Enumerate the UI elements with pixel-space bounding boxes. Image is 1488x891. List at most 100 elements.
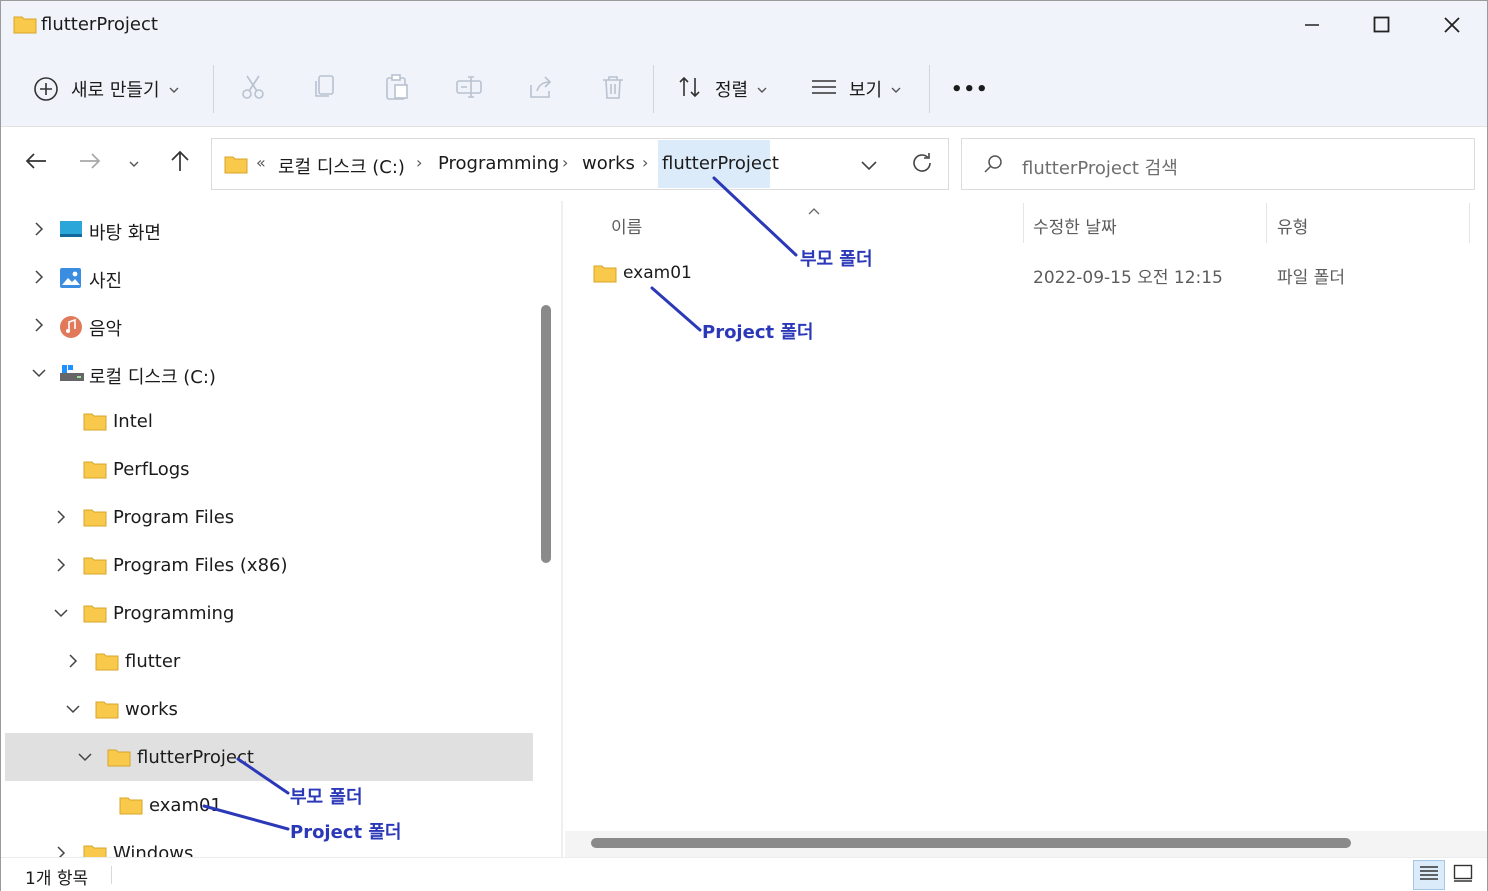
more-icon: ••• bbox=[951, 78, 989, 100]
column-divider[interactable] bbox=[1469, 203, 1470, 243]
paste-button[interactable] bbox=[383, 69, 411, 109]
file-list-pane: 이름 수정한 날짜 유형 exam01 2022-09-15 오전 12:15 … bbox=[565, 201, 1487, 857]
sidebar-item[interactable]: Windows bbox=[5, 829, 533, 857]
address-history-dropdown[interactable] bbox=[860, 157, 878, 177]
column-header-name[interactable]: 이름 bbox=[611, 213, 642, 238]
title-bar: flutterProject bbox=[1, 1, 1487, 51]
sidebar-item-label: 음악 bbox=[89, 319, 123, 340]
chevron-right-icon[interactable] bbox=[51, 843, 71, 857]
sidebar-item[interactable]: exam01 bbox=[5, 781, 533, 829]
view-button-label: 보기 bbox=[849, 80, 883, 101]
search-icon bbox=[982, 153, 1004, 180]
maximize-button[interactable] bbox=[1347, 1, 1417, 49]
sidebar-item-label: 사진 bbox=[89, 271, 123, 292]
chevron-right-icon[interactable] bbox=[63, 651, 83, 671]
column-divider[interactable] bbox=[1266, 203, 1267, 243]
sidebar-item[interactable]: 로컬 디스크 (C:) bbox=[5, 349, 533, 397]
chevron-right-icon[interactable] bbox=[29, 315, 49, 335]
folder-icon bbox=[95, 699, 119, 724]
more-options-button[interactable]: ••• bbox=[951, 69, 989, 109]
search-box[interactable]: flutterProject 검색 bbox=[961, 138, 1475, 190]
folder-icon bbox=[83, 507, 107, 532]
music-icon bbox=[59, 315, 83, 344]
up-button[interactable] bbox=[165, 148, 195, 178]
breadcrumb-works[interactable]: works bbox=[582, 153, 635, 174]
preview-view-button[interactable] bbox=[1447, 860, 1479, 890]
cut-button[interactable] bbox=[239, 69, 267, 109]
clipboard-icon bbox=[383, 73, 411, 106]
pane-divider[interactable] bbox=[561, 201, 563, 857]
address-bar[interactable]: « 로컬 디스크 (C:) › Programming › works › fl… bbox=[211, 138, 949, 190]
chevron-right-icon[interactable] bbox=[51, 555, 71, 575]
breadcrumb-local-disk[interactable]: 로컬 디스크 (C:) bbox=[278, 153, 405, 179]
address-overflow[interactable]: « bbox=[256, 153, 266, 172]
sidebar-item[interactable]: 사진 bbox=[5, 253, 533, 301]
chevron-right-icon[interactable]: › bbox=[562, 153, 568, 172]
folder-icon bbox=[83, 843, 107, 857]
arrow-left-icon bbox=[24, 151, 48, 176]
minimize-button[interactable] bbox=[1277, 1, 1347, 49]
folder-icon bbox=[13, 14, 37, 39]
breadcrumb-flutterproject[interactable]: flutterProject bbox=[662, 153, 779, 174]
view-button[interactable]: 보기 bbox=[811, 69, 902, 109]
chevron-down-icon bbox=[168, 79, 180, 99]
sidebar-item-label: Program Files (x86) bbox=[113, 555, 288, 576]
new-button[interactable]: 새로 만들기 bbox=[33, 69, 180, 109]
sidebar-item[interactable]: Program Files bbox=[5, 493, 533, 541]
sidebar-item-label: Program Files bbox=[113, 507, 235, 528]
file-row[interactable]: exam01 2022-09-15 오전 12:15 파일 폴더 bbox=[565, 253, 1465, 297]
search-input[interactable]: flutterProject 검색 bbox=[1022, 154, 1178, 180]
chevron-right-icon[interactable]: › bbox=[642, 153, 648, 172]
sidebar-item[interactable]: flutterProject bbox=[5, 733, 533, 781]
sidebar-item[interactable]: Intel bbox=[5, 397, 533, 445]
toolbar-divider bbox=[653, 65, 654, 113]
folder-icon bbox=[95, 651, 119, 676]
sort-button[interactable]: 정렬 bbox=[677, 69, 768, 109]
sidebar-item[interactable]: PerfLogs bbox=[5, 445, 533, 493]
chevron-right-icon[interactable] bbox=[51, 507, 71, 527]
chevron-down-icon[interactable] bbox=[63, 699, 83, 719]
chevron-down-icon[interactable] bbox=[75, 747, 95, 767]
sidebar-item[interactable]: works bbox=[5, 685, 533, 733]
sidebar-item-label: PerfLogs bbox=[113, 459, 190, 480]
sidebar-item[interactable]: 음악 bbox=[5, 301, 533, 349]
chevron-right-icon[interactable]: › bbox=[416, 153, 422, 172]
sidebar-item-label: flutter bbox=[125, 651, 181, 672]
sidebar-item[interactable]: Programming bbox=[5, 589, 533, 637]
sidebar-item-label: Programming bbox=[113, 603, 235, 624]
copy-button[interactable] bbox=[311, 69, 339, 109]
sidebar-item[interactable]: Program Files (x86) bbox=[5, 541, 533, 589]
column-divider[interactable] bbox=[1023, 203, 1024, 243]
trash-icon bbox=[599, 73, 627, 106]
share-icon bbox=[527, 73, 555, 106]
chevron-right-icon[interactable] bbox=[29, 219, 49, 239]
sidebar-item[interactable]: 바탕 화면 bbox=[5, 205, 533, 253]
file-type: 파일 폴더 bbox=[1277, 268, 1345, 288]
share-button[interactable] bbox=[527, 69, 555, 109]
annotation-parent-folder: 부모 폴더 bbox=[290, 787, 363, 808]
horizontal-scrollbar[interactable] bbox=[591, 838, 1351, 848]
column-header-date[interactable]: 수정한 날짜 bbox=[1033, 213, 1117, 238]
scissors-icon bbox=[239, 73, 267, 106]
forward-button[interactable] bbox=[75, 148, 105, 178]
annotation-project-folder: Project 폴더 bbox=[290, 822, 402, 843]
chevron-right-icon[interactable] bbox=[29, 267, 49, 287]
window-title: flutterProject bbox=[41, 14, 158, 35]
status-bar: 1개 항목 bbox=[1, 857, 1487, 891]
rename-button[interactable] bbox=[455, 69, 483, 109]
column-header-type[interactable]: 유형 bbox=[1277, 213, 1308, 238]
delete-button[interactable] bbox=[599, 69, 627, 109]
chevron-down-icon[interactable] bbox=[51, 603, 71, 623]
recent-locations-button[interactable] bbox=[119, 148, 149, 178]
folder-icon bbox=[83, 459, 107, 484]
sidebar-item[interactable]: flutter bbox=[5, 637, 533, 685]
sidebar-item-label: Intel bbox=[113, 411, 153, 432]
refresh-icon[interactable] bbox=[910, 151, 934, 180]
back-button[interactable] bbox=[21, 148, 51, 178]
chevron-down-icon[interactable] bbox=[29, 363, 49, 383]
navigation-pane-scrollbar[interactable] bbox=[541, 305, 551, 563]
item-count: 1개 항목 bbox=[25, 869, 89, 889]
close-button[interactable] bbox=[1417, 1, 1487, 49]
breadcrumb-programming[interactable]: Programming bbox=[438, 153, 559, 174]
details-view-button[interactable] bbox=[1413, 860, 1445, 890]
